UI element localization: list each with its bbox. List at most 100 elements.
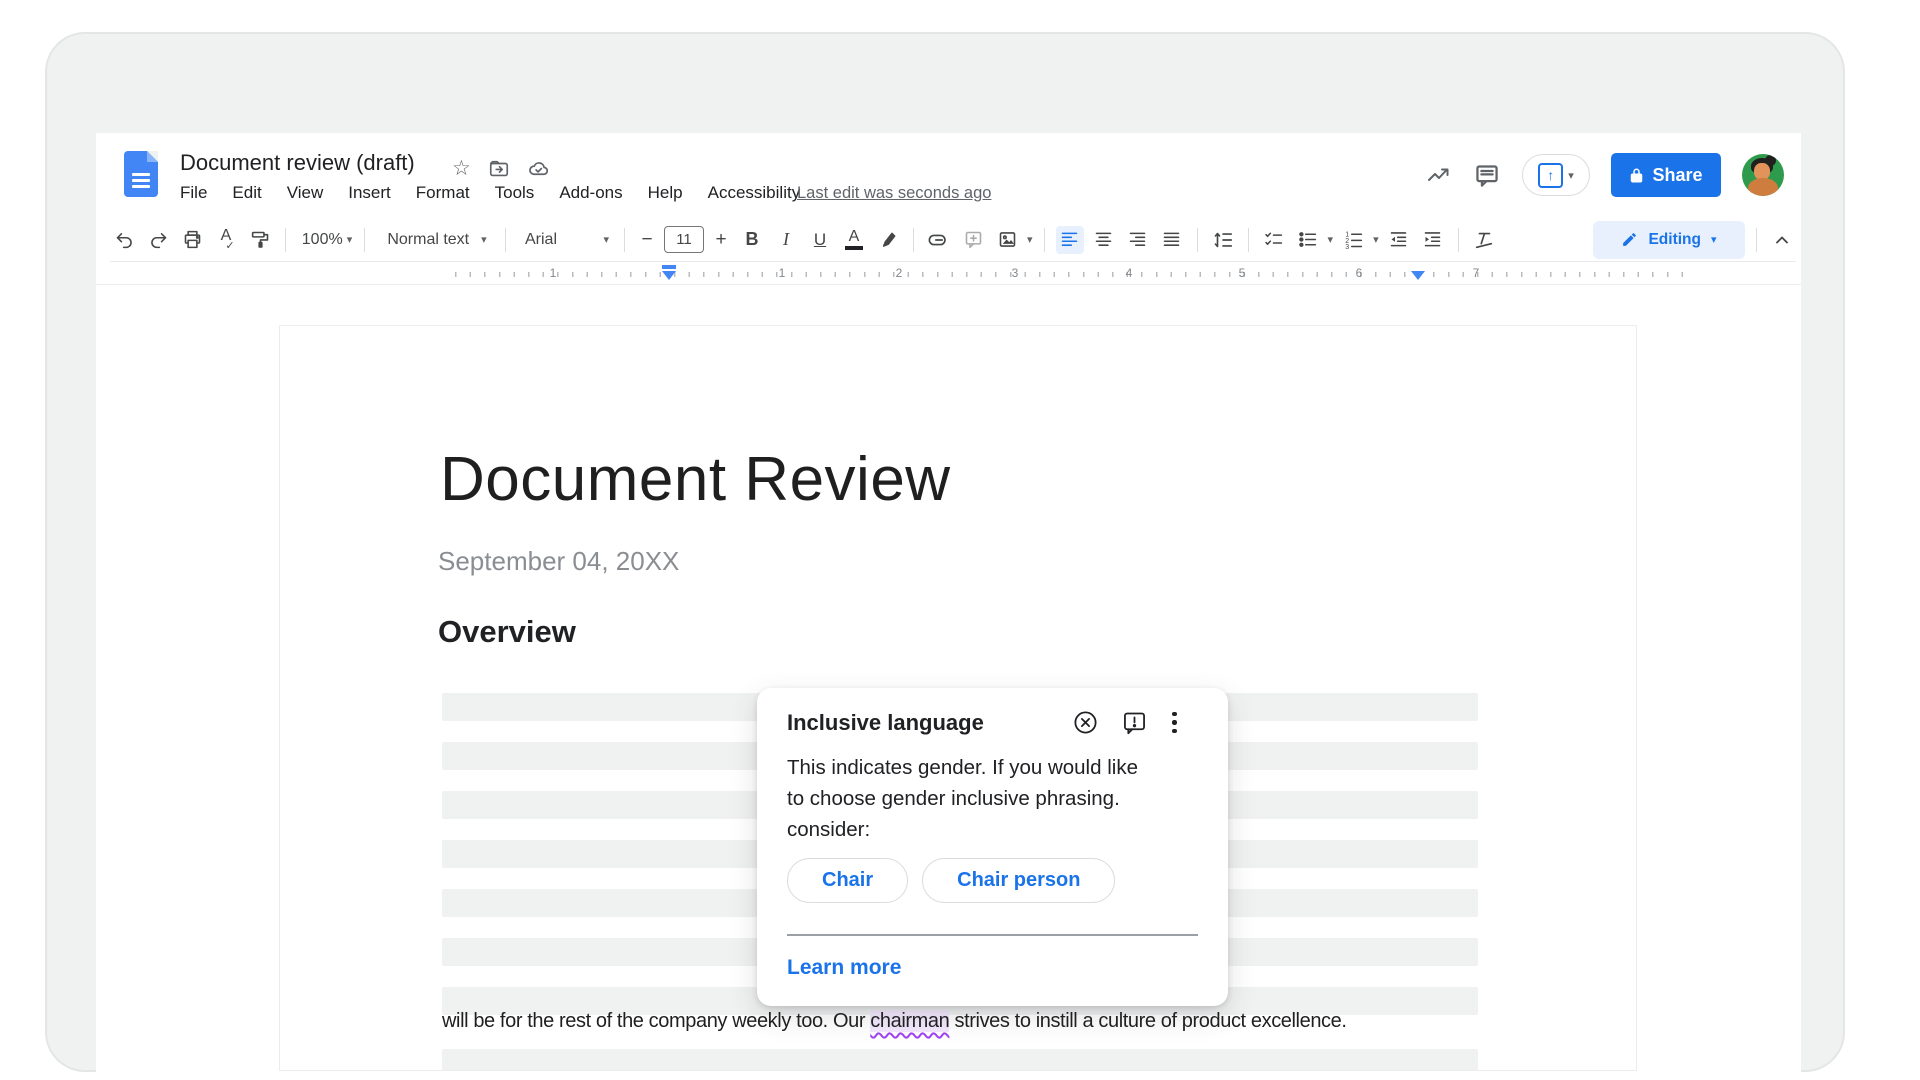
numbered-list-button[interactable]: 123 (1339, 226, 1367, 254)
spellcheck-check: ✓ (225, 239, 235, 252)
insert-link-button[interactable] (925, 226, 953, 254)
bulleted-list-button[interactable] (1294, 226, 1322, 254)
mode-select-button[interactable]: Editing ▾ (1593, 220, 1745, 259)
checklist-button[interactable] (1260, 226, 1288, 254)
more-options-icon[interactable] (1170, 710, 1179, 736)
inclusive-language-popup: Inclusive language This indicates gender… (757, 688, 1228, 1006)
paragraph-style-value: Normal text (387, 230, 470, 248)
toolbar-separator (1196, 227, 1198, 252)
italic-button[interactable]: I (772, 226, 800, 254)
doc-heading-title[interactable]: Document Review (440, 444, 951, 515)
title-action-icons: ☆ (452, 156, 550, 181)
ruler-number: 1 (778, 266, 786, 280)
learn-more-link[interactable]: Learn more (787, 956, 901, 980)
bold-button[interactable]: B (738, 226, 766, 254)
ruler-number: 2 (895, 266, 903, 280)
ruler-number: 1 (549, 266, 557, 280)
text-color-letter: A (848, 228, 860, 245)
mode-label: Editing (1648, 230, 1701, 248)
popup-divider (787, 934, 1198, 936)
first-line-indent-marker[interactable] (662, 265, 676, 269)
zoom-select[interactable]: 100% ▾ (297, 226, 353, 254)
last-edit-link[interactable]: Last edit was seconds ago (797, 184, 991, 203)
account-avatar[interactable] (1742, 154, 1784, 196)
google-docs-logo-icon[interactable] (124, 151, 158, 197)
redo-button[interactable] (144, 226, 172, 254)
menu-tools[interactable]: Tools (495, 183, 535, 203)
doc-date[interactable]: September 04, 20XX (438, 546, 679, 577)
increase-indent-button[interactable] (1419, 226, 1447, 254)
print-button[interactable] (178, 226, 206, 254)
menu-edit[interactable]: Edit (232, 183, 261, 203)
font-size-decrease-button[interactable]: − (636, 229, 658, 251)
left-indent-marker[interactable] (662, 271, 676, 280)
toolbar-separator (285, 227, 286, 252)
spellcheck-button[interactable]: A ✓ (212, 226, 240, 254)
text-color-button[interactable]: A (840, 226, 868, 254)
font-size-increase-button[interactable]: + (710, 229, 732, 251)
underline-button[interactable]: U (806, 226, 834, 254)
undo-button[interactable] (110, 226, 138, 254)
move-to-folder-icon[interactable] (488, 158, 510, 180)
highlight-color-button[interactable] (874, 226, 902, 254)
menu-help[interactable]: Help (648, 183, 683, 203)
clear-formatting-button[interactable] (1470, 226, 1498, 254)
placeholder-line (442, 1049, 1478, 1070)
font-size-field[interactable]: 11 (664, 226, 704, 253)
document-title[interactable]: Document review (draft) (180, 150, 415, 176)
align-center-button[interactable] (1090, 226, 1118, 254)
image-caret-icon[interactable]: ▾ (1027, 233, 1033, 246)
font-select[interactable]: Arial ▾ (517, 226, 613, 254)
toolbar-separator (624, 227, 625, 252)
collapse-toolbar-button[interactable] (1768, 226, 1796, 254)
header-right-actions: ↑ ▾ Share (1425, 151, 1784, 199)
menu-format[interactable]: Format (416, 183, 470, 203)
align-right-button[interactable] (1124, 226, 1152, 254)
ruler-number: 3 (1011, 266, 1019, 280)
star-icon[interactable]: ☆ (452, 156, 471, 181)
popup-title: Inclusive language (787, 710, 984, 735)
menu-add-ons[interactable]: Add-ons (559, 183, 622, 203)
toolbar-separator (1457, 227, 1459, 252)
font-value: Arial (525, 230, 558, 248)
doc-heading-overview[interactable]: Overview (438, 614, 576, 650)
cloud-saved-icon[interactable] (527, 157, 550, 180)
ruler[interactable]: 1 1 2 3 4 5 6 7 (96, 263, 1801, 285)
justify-button[interactable] (1158, 226, 1186, 254)
menu-file[interactable]: File (180, 183, 207, 203)
ruler-number: 5 (1238, 266, 1246, 280)
present-button[interactable]: ↑ ▾ (1522, 154, 1590, 196)
align-left-button[interactable] (1055, 225, 1084, 254)
insert-image-button[interactable] (993, 226, 1021, 254)
menu-view[interactable]: View (287, 183, 324, 203)
share-button[interactable]: Share (1611, 153, 1721, 197)
avatar-body (1748, 178, 1778, 196)
right-indent-marker[interactable] (1411, 271, 1425, 280)
dismiss-icon[interactable] (1072, 709, 1099, 736)
docs-logo-line (132, 173, 150, 176)
present-caret-icon[interactable]: ▾ (1568, 169, 1574, 182)
flagged-word[interactable]: chairman (870, 1010, 950, 1032)
menu-accessibility[interactable]: Accessibility (708, 183, 801, 203)
decrease-indent-button[interactable] (1385, 226, 1413, 254)
bulleted-list-caret-icon[interactable]: ▾ (1328, 233, 1334, 246)
feedback-icon[interactable] (1121, 709, 1148, 736)
add-comment-button[interactable] (959, 226, 987, 254)
numbered-list-caret-icon[interactable]: ▾ (1373, 233, 1379, 246)
menu-insert[interactable]: Insert (348, 183, 391, 203)
paragraph-text-after: strives to instill a culture of product … (949, 1010, 1347, 1032)
toolbar-separator (1247, 227, 1249, 252)
menu-bar: File Edit View Insert Format Tools Add-o… (180, 183, 800, 203)
paragraph-style-select[interactable]: Normal text ▾ (376, 226, 494, 254)
comments-icon[interactable] (1473, 162, 1501, 189)
ruler-number: 7 (1472, 266, 1480, 280)
pencil-icon (1623, 233, 1637, 246)
suggestion-chair-person-button[interactable]: Chair person (922, 858, 1116, 903)
doc-paragraph[interactable]: will be for the rest of the company week… (442, 1010, 1347, 1033)
toolbar-separator (1043, 227, 1045, 252)
activity-trend-icon[interactable] (1425, 163, 1452, 187)
line-spacing-button[interactable] (1209, 226, 1237, 254)
formatting-toolbar: A ✓ 100% ▾ Normal text ▾ Arial ▾ − 11 + B… (110, 218, 1796, 262)
paint-format-button[interactable] (246, 226, 274, 254)
suggestion-chair-button[interactable]: Chair (787, 858, 909, 903)
